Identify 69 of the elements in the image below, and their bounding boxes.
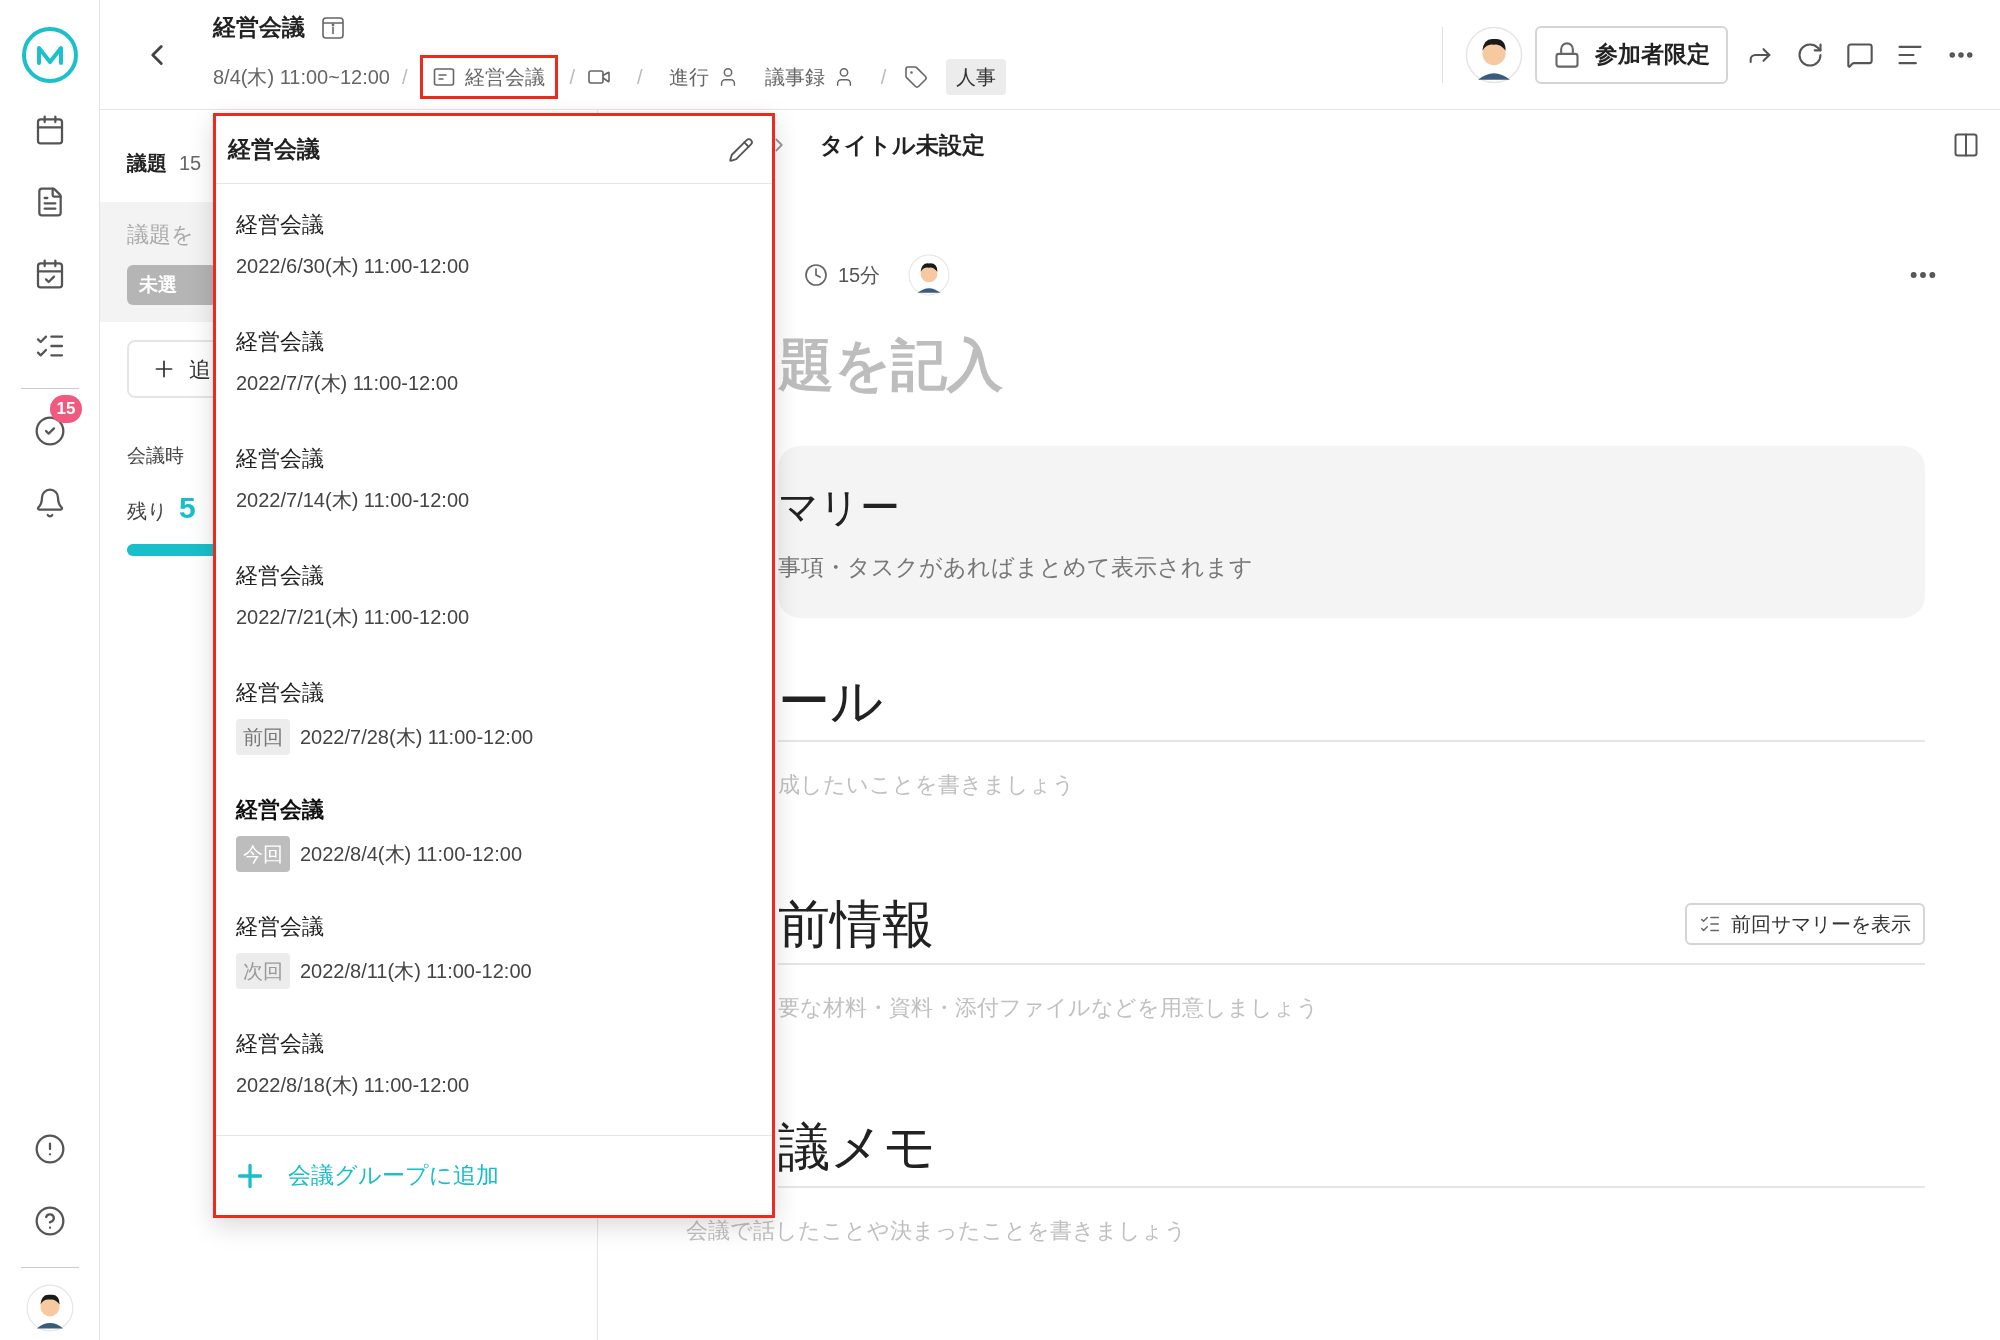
meeting-item-title: 経営会議 [236,562,325,590]
meeting-item[interactable]: 経営会議 2022/7/7(木) 11:00-12:00 [216,311,772,428]
meeting-item-date: 2022/8/18(木) 11:00-12:00 [236,1073,470,1098]
role-button[interactable]: 進行 [668,61,739,92]
remaining-value: 5 [179,489,196,526]
duration: 15分 [838,263,881,288]
meeting-item-date: 2022/7/28(木) 11:00-12:00 [300,725,534,750]
meeting-item-title: 経営会議 [236,796,325,824]
alert-icon[interactable] [33,1133,66,1165]
refresh-icon[interactable] [1796,40,1824,69]
card-icon [432,66,455,87]
meeting-badge: 今回 [236,836,290,872]
avatar-icon [25,1284,74,1332]
notification-count: 15 [49,395,83,423]
meeting-title: 経営会議 [213,13,305,43]
agenda-label: 議題 [127,151,167,176]
meeting-item[interactable]: 経営会議 今回 2022/8/4(木) 11:00-12:00 [216,779,772,896]
help-icon[interactable] [33,1205,66,1237]
separator: / [880,64,887,90]
summary-heading: マリー [778,484,901,531]
clock-icon [804,263,828,287]
meeting-item-date: 2022/7/14(木) 11:00-12:00 [236,488,470,513]
agenda-item-title: 議題を [127,221,194,249]
meeting-item[interactable]: 経営会議 2022/7/14(木) 11:00-12:00 [216,428,772,545]
meeting-item-date: 2022/8/4(木) 11:00-12:00 [300,842,522,867]
tag-chip[interactable]: 人事 [946,58,1007,95]
dropdown-title: 経営会議 [228,135,320,165]
meeting-item[interactable]: 経営会議 次回 2022/8/11(木) 11:00-12:00 [216,896,772,1013]
lock-icon [1553,40,1581,69]
meeting-item-title: 経営会議 [236,328,325,356]
meeting-item-title: 経営会議 [236,679,325,707]
separator: / [637,64,643,90]
separator: / [402,64,408,90]
meeting-item-date: 2022/7/7(木) 11:00-12:00 [236,371,458,396]
section-heading: 前情報 [778,894,934,955]
group-chip[interactable]: 経営会議 [419,54,558,99]
remaining-label: 残り [127,498,167,524]
meeting-time-label: 会議時 [127,444,184,468]
separator: / [569,64,576,90]
meeting-item[interactable]: 経営会議 2022/6/30(木) 11:00-12:00 [216,194,772,311]
split-view-icon[interactable] [1952,131,1980,159]
role-button[interactable]: 議事録 [764,61,855,92]
edit-icon[interactable] [728,136,754,163]
meeting-item-date: 2022/7/21(木) 11:00-12:00 [236,605,470,630]
info-icon[interactable] [321,15,345,40]
avatar-icon [1465,25,1523,84]
meeting-item-title: 経営会議 [236,211,325,239]
meeting-item-date: 2022/8/11(木) 11:00-12:00 [300,959,532,984]
meeting-item[interactable]: 経営会議 前回 2022/7/28(木) 11:00-12:00 [216,662,772,779]
avatar-icon [908,254,951,296]
comment-icon[interactable] [1846,40,1874,69]
previous-summary-button[interactable]: 前回サマリーを表示 [1685,903,1925,945]
meeting-badge: 次回 [236,953,290,989]
meeting-badge: 前回 [236,719,290,755]
access-button[interactable]: 参加者限定 [1535,25,1728,84]
agenda-count: 15 [179,151,202,176]
breadcrumb-title: タイトル未設定 [820,130,985,160]
meeting-item[interactable]: 経営会議 2022/7/21(木) 11:00-12:00 [216,545,772,662]
section-heading: ール [778,671,883,732]
meeting-item[interactable]: 経営会議 2022/8/18(木) 11:00-12:00 [216,1013,772,1130]
tag-icon[interactable] [904,64,929,89]
task-check-icon[interactable] [33,415,66,447]
meeting-item-date: 2022/6/30(木) 11:00-12:00 [236,254,470,279]
section-heading: 議メモ [778,1117,936,1178]
meeting-datetime: 8/4(木) 11:00~12:00 [213,64,390,90]
summary-text: 事項・タスクがあればまとめて表示されます [778,553,1254,582]
meeting-item-title: 経営会議 [236,913,325,941]
meeting-item-title: 経営会議 [236,445,325,473]
meeting-item-title: 経営会議 [236,1030,325,1058]
